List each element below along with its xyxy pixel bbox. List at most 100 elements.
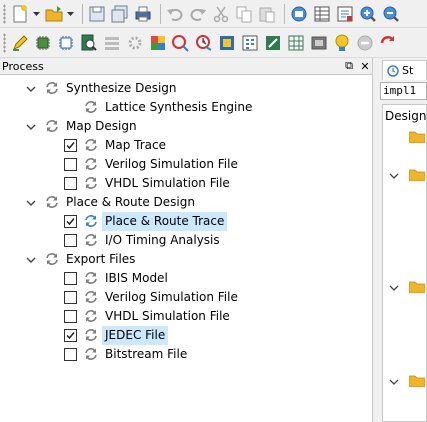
process-checkbox[interactable] [64, 291, 77, 304]
process-item[interactable]: Map Trace [0, 136, 373, 155]
process-item-label: Bitstream File [105, 347, 188, 361]
process-item[interactable]: Place & Route Trace [0, 212, 373, 231]
folder-icon [408, 131, 426, 144]
process-item[interactable]: I/O Timing Analysis [0, 231, 373, 250]
process-checkbox[interactable] [64, 310, 77, 323]
process-item-label: VHDL Simulation File [105, 309, 230, 323]
process-checkbox[interactable] [64, 215, 77, 228]
folder-icon [408, 169, 426, 182]
process-item[interactable]: VHDL Simulation File [0, 174, 373, 193]
spreadsheet-icon[interactable] [286, 33, 306, 53]
tab-start-label: St [402, 64, 414, 77]
design-panel: St impl1 Design [374, 58, 427, 422]
new-file-icon[interactable] [10, 4, 30, 24]
bits-icon[interactable] [240, 33, 260, 53]
table-icon[interactable] [312, 4, 332, 24]
search-doc-icon[interactable] [79, 33, 99, 53]
layers-icon[interactable] [102, 33, 122, 53]
gear-chip-icon[interactable] [125, 33, 145, 53]
process-group[interactable]: Map Design [0, 117, 373, 136]
process-group-label: Synthesize Design [66, 81, 177, 95]
zoom-out-icon[interactable] [381, 4, 401, 24]
process-checkbox[interactable] [64, 329, 77, 342]
folder-icon [408, 281, 426, 294]
chevron-down-icon[interactable] [389, 170, 399, 180]
process-item[interactable]: Verilog Simulation File [0, 288, 373, 307]
toolbar-grip[interactable] [3, 3, 6, 24]
run-process-icon [84, 100, 98, 114]
process-item[interactable]: IBIS Model [0, 269, 373, 288]
process-group-label: Place & Route Design [66, 195, 195, 209]
chip-outline-icon[interactable] [56, 33, 76, 53]
display-icon[interactable] [217, 33, 237, 53]
process-checkbox[interactable] [64, 234, 77, 247]
run-process-icon [45, 119, 59, 133]
process-item[interactable]: Bitstream File [0, 345, 373, 364]
process-item[interactable]: JEDEC File [0, 326, 373, 345]
toolbar-grip[interactable] [3, 32, 6, 53]
process-checkbox[interactable] [64, 272, 77, 285]
run-process-icon [84, 271, 98, 285]
run-process-icon [84, 290, 98, 304]
paste-icon[interactable] [257, 4, 277, 24]
no-entry-icon[interactable] [355, 33, 375, 53]
chevron-down-icon[interactable] [25, 121, 37, 133]
run-process-icon [45, 81, 59, 95]
properties-icon[interactable] [289, 4, 309, 24]
power-icon[interactable] [309, 33, 329, 53]
process-checkbox[interactable] [64, 139, 77, 152]
redo-icon[interactable] [188, 4, 208, 24]
process-checkbox[interactable] [64, 348, 77, 361]
run-process-icon [84, 157, 98, 171]
process-checkbox[interactable] [64, 158, 77, 171]
save-all-icon[interactable] [110, 4, 130, 24]
process-checkbox[interactable] [64, 177, 77, 190]
grid-color-icon[interactable] [148, 33, 168, 53]
toolbar-separator [284, 3, 285, 24]
chevron-down-icon[interactable] [25, 197, 37, 209]
chip-icon[interactable] [33, 33, 53, 53]
process-item-label: Verilog Simulation File [105, 157, 238, 171]
tab-start[interactable]: St [382, 60, 427, 80]
process-item[interactable]: Lattice Synthesis Engine [0, 98, 373, 117]
close-panel-button[interactable]: ✕ [358, 59, 372, 73]
process-panel-header: Process ⧉ ✕ [0, 58, 372, 75]
dropdown-arrow-icon[interactable] [33, 4, 40, 24]
bulb-icon[interactable] [332, 33, 352, 53]
run-process-icon [84, 347, 98, 361]
process-group[interactable]: Synthesize Design [0, 79, 373, 98]
process-panel: Process ⧉ ✕ Synthesize Design Lattice Syn… [0, 58, 373, 422]
run-process-icon [84, 138, 98, 152]
refresh-red-icon[interactable] [378, 33, 398, 53]
toolbar-separator [82, 3, 83, 24]
chevron-down-icon[interactable] [389, 282, 399, 292]
route-icon[interactable] [171, 33, 191, 53]
process-item-label: Place & Route Trace [102, 212, 228, 231]
cut-icon[interactable] [211, 4, 231, 24]
copy-icon[interactable] [234, 4, 254, 24]
float-panel-button[interactable]: ⧉ [342, 59, 356, 73]
open-folder-icon[interactable] [44, 4, 64, 24]
process-item-label: JEDEC File [102, 326, 169, 345]
chevron-down-icon[interactable] [25, 254, 37, 266]
run-process-icon [84, 328, 98, 342]
dropdown-arrow-icon[interactable] [67, 4, 74, 24]
process-item-label: VHDL Simulation File [105, 176, 230, 190]
process-group[interactable]: Export Files [0, 250, 373, 269]
chevron-down-icon[interactable] [25, 83, 37, 95]
process-item[interactable]: VHDL Simulation File [0, 307, 373, 326]
run-process-icon [84, 176, 98, 190]
print-icon[interactable] [133, 4, 153, 24]
fit-icon[interactable] [263, 33, 283, 53]
report-icon[interactable] [335, 4, 355, 24]
process-item-label: Verilog Simulation File [105, 290, 238, 304]
implementation-select[interactable]: impl1 [380, 82, 427, 100]
save-icon[interactable] [87, 4, 107, 24]
process-item[interactable]: Verilog Simulation File [0, 155, 373, 174]
zoom-in-icon[interactable] [358, 4, 378, 24]
process-group[interactable]: Place & Route Design [0, 193, 373, 212]
timing-icon[interactable] [194, 33, 214, 53]
undo-icon[interactable] [165, 4, 185, 24]
edit-icon[interactable] [10, 33, 30, 53]
chevron-down-icon[interactable] [389, 376, 399, 386]
